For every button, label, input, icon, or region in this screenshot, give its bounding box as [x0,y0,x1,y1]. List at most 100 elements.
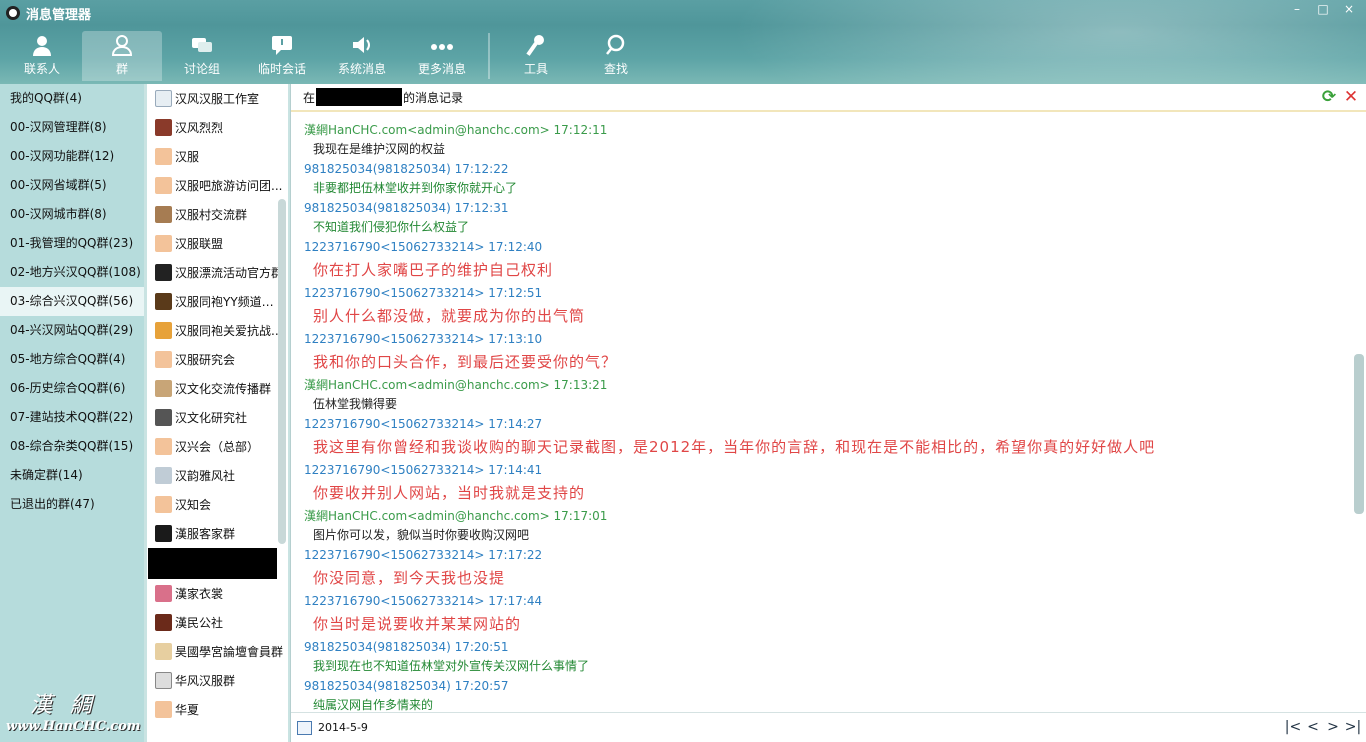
group-avatar-icon [155,643,172,660]
message-meta: 981825034(981825034) 17:12:22 [304,162,509,176]
group-item[interactable]: 汉服吧旅游访问团... [147,171,288,200]
group-avatar-icon [155,409,172,426]
message-text: 你没同意，到今天我也没提 [313,569,506,587]
group-item[interactable]: 汉风汉服工作室 [147,84,288,113]
tab-contacts[interactable]: 联系人 [2,31,82,81]
group-item[interactable]: 汉服同袍YY频道招... [147,287,288,316]
message-text: 我到现在也不知道伍林堂对外宣传关汉网什么事情了 [313,659,590,673]
close-button[interactable]: × [1336,2,1362,18]
header-prefix: 在 [303,90,316,105]
tab-temp-chat[interactable]: 临时会话 [242,31,322,81]
maximize-button[interactable]: □ [1310,2,1336,18]
group-item[interactable]: 华风汉服群 [147,666,288,695]
refresh-icon[interactable]: ⟳ [1318,88,1340,108]
group-item[interactable]: 汉兴会（总部） [147,432,288,461]
message-scrollbar[interactable] [1354,354,1364,514]
group-name: 汉服漂流活动官方群 [175,266,284,280]
category-item[interactable]: 01-我管理的QQ群(23) [0,229,144,258]
group-item[interactable]: 汉服村交流群 [147,200,288,229]
first-page-button[interactable]: |< [1283,719,1303,735]
group-name: 漢民公社 [175,616,224,630]
next-page-button[interactable]: > [1323,719,1343,735]
group-avatar-icon [155,525,172,542]
window-title-bar: 消息管理器 [6,2,91,24]
group-item[interactable]: 漢服客家群 [147,519,288,548]
tab-label: 系统消息 [337,62,386,76]
category-item[interactable]: 00-汉网城市群(8) [0,200,144,229]
category-item[interactable]: 05-地方综合QQ群(4) [0,345,144,374]
category-item[interactable]: 未确定群(14) [0,461,144,490]
group-item[interactable]: 昊國學宮論壇會員群 [147,637,288,666]
speaker-icon [350,34,374,56]
message-panel-header: 在 的消息记录 ⟳ ✕ [291,84,1366,112]
group-item[interactable]: 汉文化研究社 [147,403,288,432]
group-name: 汉风汉服工作室 [175,92,260,106]
group-item[interactable]: 汉韵雅风社 [147,461,288,490]
window-controls: – □ × [1284,2,1362,18]
message-text: 你要收并别人网站，当时我就是支持的 [313,484,586,502]
category-item[interactable]: 00-汉网管理群(8) [0,113,144,142]
category-item[interactable]: 04-兴汉网站QQ群(29) [0,316,144,345]
toolbar-divider [488,33,490,79]
group-item[interactable]: 华夏 [147,695,288,724]
group-item[interactable]: 汉知会 [147,490,288,519]
group-name: 汉服村交流群 [175,208,248,222]
group-name: 汉服同袍YY频道招... [175,295,285,309]
hanchc-watermark-logo: 漢綢 www.HanCHC.com [6,687,141,734]
message-meta: 981825034(981825034) 17:20:57 [304,679,509,693]
tab-label: 临时会话 [257,62,306,76]
group-avatar-icon [155,293,172,310]
delete-icon[interactable]: ✕ [1340,88,1362,108]
group-item[interactable]: 汉风烈烈 [147,113,288,142]
group-avatar-icon [155,235,172,252]
category-item[interactable]: 00-汉网省域群(5) [0,171,144,200]
calendar-icon[interactable] [297,720,312,735]
message-log: 漢網HanCHC.com<admin@hanchc.com> 17:12:11 … [291,120,1353,715]
group-item[interactable]: 汉服研究会 [147,345,288,374]
message-meta: 1223716790<15062733214> 17:17:44 [304,594,543,608]
message-footer: 2014-5-9 |< < > >| [291,712,1366,742]
tab-search[interactable]: 查找 [576,31,656,81]
message-text: 你在打人家嘴巴子的维护自己权利 [313,261,554,279]
group-list-scrollbar[interactable] [278,199,286,544]
tab-more-messages[interactable]: 更多消息 [402,31,482,81]
group-item[interactable]: 汉服 [147,142,288,171]
main-tabs: 联系人 群 讨论组 临时会话 系统消息 更多消息 工具 查找 [2,31,656,81]
tab-groups[interactable]: 群 [82,31,162,81]
group-item[interactable]: 漢民公社 [147,608,288,637]
group-item[interactable]: 汉服漂流活动官方群 [147,258,288,287]
message-text: 不知道我们侵犯你什么权益了 [313,220,470,234]
group-avatar-icon [155,614,172,631]
category-item[interactable]: 06-历史综合QQ群(6) [0,374,144,403]
wrench-icon [524,34,548,56]
group-avatar-icon [155,701,172,718]
redacted-group-item[interactable] [148,548,277,579]
category-item[interactable]: 08-综合杂类QQ群(15) [0,432,144,461]
message-meta: 1223716790<15062733214> 17:17:22 [304,548,543,562]
group-avatar-icon [155,585,172,602]
message-meta: 1223716790<15062733214> 17:14:27 [304,417,543,431]
group-item[interactable]: 汉文化交流传播群 [147,374,288,403]
tab-tools[interactable]: 工具 [496,31,576,81]
message-text: 我和你的口头合作，到最后还要受你的气？ [313,353,618,371]
last-page-button[interactable]: >| [1343,719,1363,735]
prev-page-button[interactable]: < [1303,719,1323,735]
category-item[interactable]: 我的QQ群(4) [0,84,144,113]
group-item[interactable]: 汉服同袍关爱抗战... [147,316,288,345]
tab-label: 工具 [523,62,548,76]
group-item[interactable]: 汉服联盟 [147,229,288,258]
message-text: 我这里有你曾经和我谈收购的聊天记录截图，是2012年，当年你的言辞，和现在是不能… [313,438,1156,456]
tab-system-messages[interactable]: 系统消息 [322,31,402,81]
category-item[interactable]: 02-地方兴汉QQ群(108) [0,258,144,287]
category-item[interactable]: 已退出的群(47) [0,490,144,519]
current-date: 2014-5-9 [318,721,368,734]
group-item[interactable]: 漢家衣裳 [147,579,288,608]
group-name: 汉文化研究社 [175,411,248,425]
message-panel: 在 的消息记录 ⟳ ✕ 漢網HanCHC.com<admin@hanchc.co… [290,84,1366,742]
minimize-button[interactable]: – [1284,2,1310,18]
category-item[interactable]: 00-汉网功能群(12) [0,142,144,171]
category-item-selected[interactable]: 03-综合兴汉QQ群(56) [0,287,144,316]
more-dots-icon [430,34,454,56]
tab-discussion[interactable]: 讨论组 [162,31,242,81]
category-item[interactable]: 07-建站技术QQ群(22) [0,403,144,432]
